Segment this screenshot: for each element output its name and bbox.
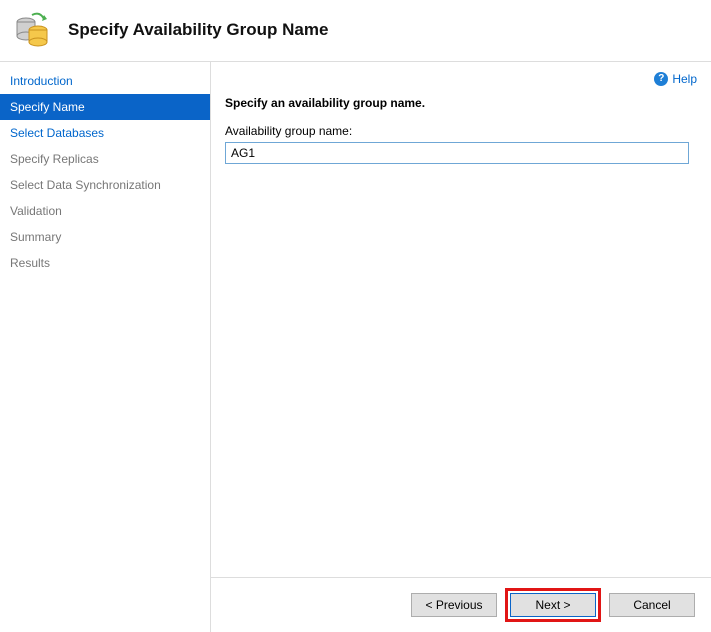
wizard-sidebar: Introduction Specify Name Select Databas…	[0, 62, 211, 632]
help-link[interactable]: ? Help	[654, 72, 697, 86]
next-button-highlight: Next >	[505, 588, 601, 622]
sidebar-item-results: Results	[0, 250, 210, 276]
help-row: ? Help	[211, 62, 711, 88]
sidebar-item-specify-name[interactable]: Specify Name	[0, 94, 210, 120]
sidebar-item-summary: Summary	[0, 224, 210, 250]
availability-group-icon	[14, 11, 52, 49]
page-title: Specify Availability Group Name	[68, 20, 328, 40]
sidebar-item-validation: Validation	[0, 198, 210, 224]
previous-button[interactable]: < Previous	[411, 593, 497, 617]
help-icon: ?	[654, 72, 668, 86]
form-heading: Specify an availability group name.	[225, 96, 689, 110]
wizard-content: ? Help Specify an availability group nam…	[211, 62, 711, 632]
sidebar-item-introduction[interactable]: Introduction	[0, 68, 210, 94]
sidebar-item-select-data-sync: Select Data Synchronization	[0, 172, 210, 198]
availability-group-name-input[interactable]	[225, 142, 689, 164]
wizard-footer: < Previous Next > Cancel	[211, 577, 711, 632]
cancel-button[interactable]: Cancel	[609, 593, 695, 617]
availability-group-name-label: Availability group name:	[225, 124, 689, 138]
form-area: Specify an availability group name. Avai…	[211, 88, 711, 577]
sidebar-item-specify-replicas: Specify Replicas	[0, 146, 210, 172]
wizard-header: Specify Availability Group Name	[0, 0, 711, 62]
next-button[interactable]: Next >	[510, 593, 596, 617]
sidebar-item-select-databases[interactable]: Select Databases	[0, 120, 210, 146]
wizard-body: Introduction Specify Name Select Databas…	[0, 62, 711, 632]
help-label: Help	[672, 72, 697, 86]
